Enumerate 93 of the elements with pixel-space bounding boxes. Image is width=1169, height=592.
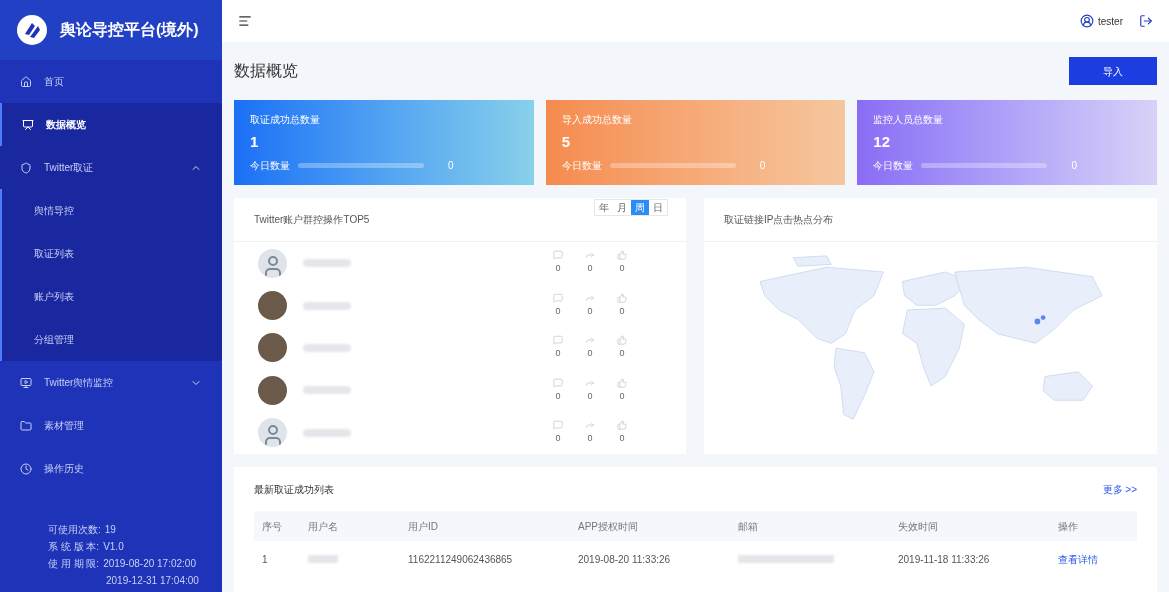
count: 0 bbox=[555, 432, 561, 445]
stat-value: 1 bbox=[250, 132, 260, 152]
like-icon bbox=[617, 420, 627, 430]
submenu-item[interactable]: 取证列表 bbox=[0, 232, 222, 275]
like-icon bbox=[617, 292, 627, 303]
submenu-item[interactable]: 分组管理 bbox=[0, 318, 222, 361]
count: 0 bbox=[619, 262, 625, 276]
today-value: 0 bbox=[759, 159, 766, 173]
footer-label: 系 统 版 本: bbox=[48, 540, 100, 554]
retweet-icon bbox=[585, 420, 595, 430]
count: 0 bbox=[587, 347, 593, 361]
table-cell-text: 2019-08-20 11:33:26 bbox=[577, 552, 672, 567]
sidebar-item[interactable]: Twitter舆情监控 bbox=[0, 361, 222, 404]
stat-value: 5 bbox=[561, 132, 571, 152]
submenu-item[interactable]: 账户列表 bbox=[0, 275, 222, 318]
redacted-name bbox=[303, 259, 351, 268]
count: 0 bbox=[619, 347, 625, 361]
redacted-name bbox=[303, 386, 351, 395]
footer-value: 2019-12-31 17:04:00 bbox=[106, 574, 199, 588]
footer-label: 可使用次数: bbox=[48, 523, 101, 537]
page-title: 数据概览 bbox=[234, 61, 298, 81]
retweet-icon bbox=[585, 292, 595, 303]
count: 0 bbox=[619, 304, 625, 318]
panel-title: Twitter账户群控操作TOP5 bbox=[254, 213, 370, 227]
sidebar-item[interactable]: 操作历史 bbox=[0, 447, 222, 490]
footer-value: 19 bbox=[104, 523, 116, 537]
column-header: 序号 bbox=[254, 511, 300, 541]
like-icon bbox=[617, 250, 627, 261]
today-label: 今日数量 bbox=[561, 159, 602, 173]
stat-title: 监控人员总数量 bbox=[873, 113, 945, 127]
footer-value: V1.0 bbox=[103, 540, 124, 554]
user-icon bbox=[1080, 14, 1094, 28]
sidebar-item[interactable]: 数据概览 bbox=[0, 103, 222, 146]
logout-icon[interactable] bbox=[1139, 14, 1153, 28]
column-header: 失效时间 bbox=[890, 511, 1050, 541]
count: 0 bbox=[587, 262, 593, 276]
avatar bbox=[258, 291, 287, 321]
retweet-icon bbox=[585, 335, 595, 346]
column-header: 用户名 bbox=[300, 511, 400, 541]
import-button[interactable]: 导入 bbox=[1069, 57, 1157, 85]
comment-icon bbox=[553, 420, 563, 430]
stat-title: 取证成功总数量 bbox=[250, 113, 321, 127]
logo-icon bbox=[16, 14, 48, 46]
column-header: APP授权时间 bbox=[570, 511, 730, 541]
redacted-name bbox=[303, 428, 351, 437]
count: 0 bbox=[587, 389, 593, 403]
avatar bbox=[258, 248, 287, 278]
app-title: 舆论导控平台(境外) bbox=[60, 20, 199, 40]
column-header: 用户ID bbox=[400, 511, 570, 541]
today-label: 今日数量 bbox=[873, 159, 914, 173]
today-value: 0 bbox=[448, 159, 454, 173]
view-details-link[interactable]: 查看详情 bbox=[1058, 551, 1098, 567]
column-header: 邮箱 bbox=[730, 511, 890, 541]
count: 0 bbox=[587, 304, 593, 318]
comment-icon bbox=[553, 335, 563, 346]
redacted-name bbox=[303, 301, 351, 310]
more-link[interactable]: 更多 >> bbox=[1102, 481, 1137, 497]
comment-icon bbox=[553, 250, 563, 261]
count: 0 bbox=[555, 389, 561, 403]
today-label: 今日数量 bbox=[250, 159, 290, 173]
stat-value: 12 bbox=[873, 132, 892, 152]
comment-icon bbox=[553, 377, 563, 388]
user-name[interactable]: tester bbox=[1098, 13, 1123, 29]
redacted-name bbox=[303, 343, 351, 352]
avatar bbox=[258, 418, 287, 448]
count: 0 bbox=[619, 432, 625, 445]
count: 0 bbox=[587, 432, 593, 445]
table-cell-text: 2019-11-18 11:33:26 bbox=[897, 552, 991, 567]
like-icon bbox=[617, 377, 627, 388]
avatar bbox=[258, 333, 287, 363]
retweet-icon bbox=[585, 377, 595, 388]
count: 0 bbox=[555, 262, 561, 276]
table-cell-text: 1162211249062436865 bbox=[407, 552, 514, 567]
redacted-name bbox=[308, 555, 338, 563]
panel-title: 取证链接IP点击热点分布 bbox=[724, 213, 834, 227]
retweet-icon bbox=[585, 250, 595, 261]
stat-title: 导入成功总数量 bbox=[561, 113, 633, 127]
sidebar-item[interactable]: Twitter取证 bbox=[0, 146, 222, 189]
avatar bbox=[258, 375, 287, 405]
count: 0 bbox=[555, 347, 561, 361]
panel-title: 最新取证成功列表 bbox=[254, 482, 334, 497]
column-header: 操作 bbox=[1050, 511, 1137, 541]
like-icon bbox=[617, 335, 627, 346]
today-value: 0 bbox=[1071, 159, 1077, 173]
count: 0 bbox=[619, 389, 625, 403]
count: 0 bbox=[555, 304, 561, 318]
comment-icon bbox=[553, 292, 563, 303]
footer-value: 2019-08-20 17:02:00 bbox=[103, 557, 196, 571]
footer-label: 使 用 期 限: bbox=[48, 557, 100, 571]
sidebar-item[interactable]: 首页 bbox=[0, 60, 222, 103]
table-cell-text: 1 bbox=[261, 552, 269, 567]
sidebar-item[interactable]: 素材管理 bbox=[0, 404, 222, 447]
submenu-item[interactable]: 舆情导控 bbox=[0, 189, 222, 232]
